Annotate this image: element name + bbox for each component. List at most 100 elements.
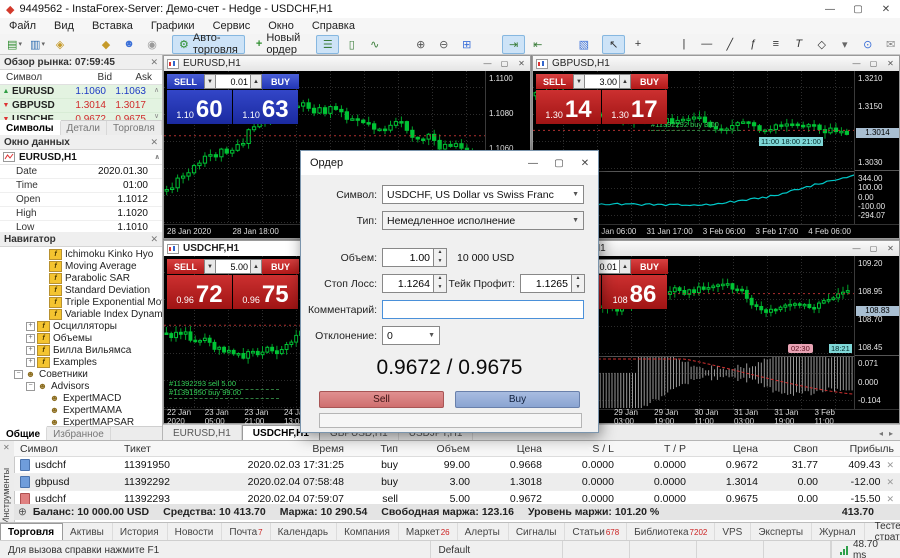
minimize-chart-icon[interactable]: — xyxy=(848,59,865,68)
buy-button[interactable]: BUY xyxy=(631,259,668,274)
navigator-item[interactable]: + Объемы xyxy=(0,332,162,344)
expand-icon[interactable]: + xyxy=(26,346,35,355)
line-chart-icon[interactable]: ∿ xyxy=(364,36,385,53)
expand-icon[interactable]: − xyxy=(14,370,23,379)
dialog-buy-button[interactable]: Buy xyxy=(455,391,580,408)
take-profit-spinner[interactable]: ▲▼ xyxy=(572,274,585,293)
menu-item[interactable]: Вставка xyxy=(83,20,142,32)
trendline-icon[interactable]: ╱ xyxy=(719,36,740,53)
buy-price[interactable]: 1.1063 xyxy=(233,90,298,124)
history-center-icon[interactable]: ◈ xyxy=(50,36,71,53)
navigator-item[interactable]: Ichimoku Kinko Hyo xyxy=(0,248,162,260)
market-watch-row[interactable]: EURUSD 1.1060 1.1063 xyxy=(0,85,162,99)
cursor-icon[interactable]: ↖ xyxy=(602,35,625,54)
sell-button[interactable]: SELL xyxy=(167,259,204,274)
scroll-tabs-left-icon[interactable]: ◂ xyxy=(876,429,886,438)
navigator-item[interactable]: + Осцилляторы xyxy=(0,320,162,332)
expand-icon[interactable]: + xyxy=(26,358,35,367)
volume-spinner[interactable]: ▲▼ xyxy=(434,248,447,267)
volume-step-icon[interactable]: ▲ xyxy=(619,74,631,89)
navigator-item[interactable]: ExpertMACD xyxy=(0,392,162,404)
chat-icon[interactable]: ✉ xyxy=(880,36,900,53)
trade-row[interactable]: usdchf 11391950 2020.02.03 17:31:25 buy … xyxy=(14,457,900,474)
navigator-item[interactable]: Variable Index Dynamic A xyxy=(0,308,162,320)
toolbox-tab[interactable]: Почта7 xyxy=(222,523,270,541)
community-icon[interactable]: ☻ xyxy=(119,36,140,53)
trade-row[interactable]: gbpusd 11392292 2020.02.04 07:58:48 buy … xyxy=(14,474,900,491)
toolbox-side-tab[interactable]: ✕ Инструменты xyxy=(0,441,15,523)
column-symbol[interactable]: Символ xyxy=(0,72,68,83)
expand-icon[interactable] xyxy=(38,298,47,307)
minimize-chart-icon[interactable]: — xyxy=(479,59,496,68)
scroll-tabs-right-icon[interactable]: ▸ xyxy=(886,429,896,438)
autotrade-button[interactable]: ⚙ Авто-торговля xyxy=(172,35,245,54)
menu-item[interactable]: Файл xyxy=(0,20,45,32)
auto-scroll-icon[interactable]: ⇤ xyxy=(527,36,548,53)
expand-icon[interactable] xyxy=(38,286,47,295)
symbols-icon[interactable]: ◆ xyxy=(96,36,117,53)
toolbox-tab[interactable]: Библиотека7202 xyxy=(627,523,715,541)
expand-icon[interactable]: + xyxy=(26,322,35,331)
new-chart-icon[interactable]: ▤▾ xyxy=(4,36,25,53)
navigator-item[interactable]: Moving Average xyxy=(0,260,162,272)
close-toolbox-icon[interactable]: ✕ xyxy=(3,443,10,452)
toolbox-tab[interactable]: Эксперты xyxy=(751,523,812,541)
close-panel-icon[interactable]: ✕ xyxy=(150,137,158,148)
toolbar-button[interactable] xyxy=(550,36,571,53)
volume-dropdown-icon[interactable]: ▼ xyxy=(573,74,585,89)
expand-icon[interactable] xyxy=(38,274,47,283)
buy-button[interactable]: BUY xyxy=(631,74,668,89)
vertical-line-icon[interactable]: | xyxy=(673,36,694,53)
buy-price[interactable]: 1.3017 xyxy=(602,90,667,124)
expand-icon[interactable]: ⊕ xyxy=(18,506,27,518)
close-chart-icon[interactable]: ✕ xyxy=(513,59,530,68)
buy-button[interactable]: BUY xyxy=(262,74,299,89)
navigator-item[interactable]: + Examples xyxy=(0,356,162,368)
comment-input[interactable] xyxy=(382,300,584,319)
chart-tab[interactable]: EURUSD,H1 xyxy=(163,425,242,441)
connection-status[interactable]: 48.70 ms xyxy=(831,541,900,558)
close-panel-icon[interactable]: ✕ xyxy=(150,57,158,68)
chart-shift-icon[interactable]: ⇥ xyxy=(502,35,525,54)
menu-item[interactable]: Сервис xyxy=(204,20,260,32)
toolbox-tab[interactable]: Торговля xyxy=(0,523,63,541)
volume-dropdown-icon[interactable]: ▼ xyxy=(204,259,216,274)
close-chart-icon[interactable]: ✕ xyxy=(882,244,899,253)
scrollbar[interactable]: ∧∨ xyxy=(152,84,161,123)
expand-icon[interactable] xyxy=(38,250,47,259)
navigator-item[interactable]: ExpertMAMA xyxy=(0,404,162,416)
dialog-sell-button[interactable]: Sell xyxy=(319,391,444,408)
symbol-select[interactable]: USDCHF, US Dollar vs Swiss Franc▼ xyxy=(382,185,584,204)
stop-loss-input[interactable] xyxy=(382,274,434,293)
more-drawings-icon[interactable]: ▾ xyxy=(834,36,855,53)
navigator-item[interactable]: Triple Exponential Movin xyxy=(0,296,162,308)
maximize-chart-icon[interactable]: ▢ xyxy=(865,59,882,68)
buy-price[interactable]: 0.9675 xyxy=(233,275,298,309)
zoom-in-icon[interactable]: ⊕ xyxy=(410,36,431,53)
stop-loss-spinner[interactable]: ▲▼ xyxy=(434,274,447,293)
minimize-window-icon[interactable]: — xyxy=(816,0,844,18)
volume-dropdown-icon[interactable]: ▼ xyxy=(204,74,216,89)
buy-price[interactable]: 10886 xyxy=(602,275,667,309)
close-position-icon[interactable]: ✕ xyxy=(886,477,894,488)
price-scale[interactable]: 1.32101.31501.30901.3030 344.00100.000.0… xyxy=(854,71,899,224)
close-chart-icon[interactable]: ✕ xyxy=(882,59,899,68)
equidistant-channel-icon[interactable]: ≡ xyxy=(765,36,786,53)
toolbox-tab[interactable]: Алерты xyxy=(458,523,509,541)
toolbar-button[interactable] xyxy=(479,36,500,53)
take-profit-input[interactable] xyxy=(520,274,572,293)
menu-item[interactable]: Графики xyxy=(142,20,204,32)
toolbox-tab[interactable]: Активы xyxy=(63,523,113,541)
menu-item[interactable]: Справка xyxy=(303,20,364,32)
chart-titlebar[interactable]: EURUSD,H1 —▢✕ xyxy=(164,56,530,72)
new-order-button[interactable]: + Новый ордер xyxy=(249,35,307,54)
menu-item[interactable]: Вид xyxy=(45,20,83,32)
toolbar-button[interactable] xyxy=(73,36,94,53)
maximize-chart-icon[interactable]: ▢ xyxy=(496,59,513,68)
volume-input[interactable] xyxy=(585,74,619,89)
expand-icon[interactable] xyxy=(38,262,47,271)
minimize-chart-icon[interactable]: — xyxy=(848,244,865,253)
column-bid[interactable]: Bid xyxy=(68,72,112,83)
market-watch-tab[interactable]: Торговля xyxy=(107,121,162,135)
market-watch-tab[interactable]: Символы xyxy=(0,120,61,135)
